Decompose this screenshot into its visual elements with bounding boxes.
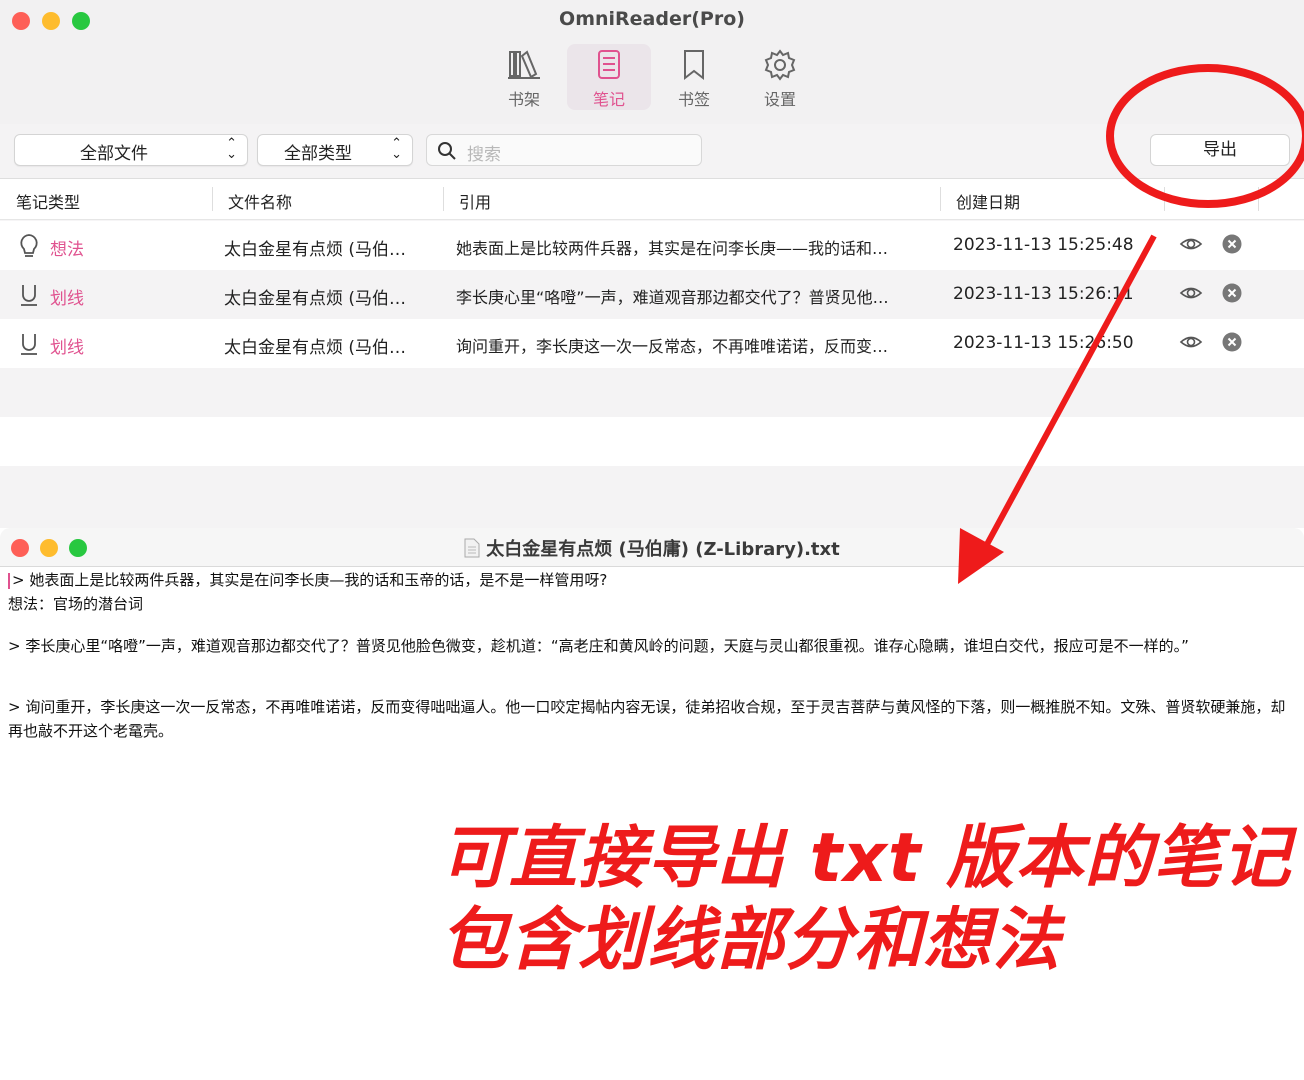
textedit-window-title: 太白金星有点烦 (马伯庸) (Z-Library).txt [0,535,1304,561]
caption-line-2: 包含划线部分和想法 [440,901,1062,980]
column-divider[interactable] [443,187,444,211]
document-line: 想法：官场的潜台词 [8,595,144,613]
toolbar-notes[interactable]: 笔记 [567,44,651,110]
note-type-label: 划线 [50,289,84,309]
text-document-body[interactable]: > 她表面上是比较两件兵器，其实是在问李长庚—我的话和玉帝的话，是不是一样管用呀… [8,568,1296,743]
date-cell: 2023-11-13 15:25:48 [953,235,1134,255]
text-cursor [8,572,10,589]
toolbar-label-settings: 设置 [763,90,796,109]
empty-row [0,417,1304,466]
search-icon [438,142,456,160]
quote-cell: 李长庚心里“咯噔”一声，难道观音那边都交代了？普贤见他… [456,288,889,307]
view-eye-icon[interactable] [1179,331,1203,353]
date-cell: 2023-11-13 15:26:11 [953,284,1134,304]
toolbar-settings[interactable]: 设置 [738,44,822,110]
bookmark-icon [684,50,704,81]
toolbar-label-bookmarks: 书签 [677,90,710,109]
column-header-note-type[interactable]: 笔记类型 [16,189,80,213]
lightbulb-icon [20,234,38,257]
textedit-title-text: 太白金星有点烦 (马伯庸) (Z-Library).txt [486,539,840,560]
table-header: 笔记类型 文件名称 引用 创建日期 [0,179,1304,220]
file-name-cell: 太白金星有点烦 (马伯… [224,338,407,358]
underline-icon [21,285,37,306]
view-eye-icon[interactable] [1179,282,1203,304]
gear-icon [764,49,796,81]
window-title: OmniReader(Pro) [559,8,745,30]
caption-line-1: 可直接导出 txt 版本的笔记 [440,819,1292,898]
type-filter-value: 全部类型 [284,144,352,164]
column-header-quote[interactable]: 引用 [459,189,491,213]
textedit-title-bar: 太白金星有点烦 (马伯庸) (Z-Library).txt [0,528,1304,567]
bookshelf-icon [508,50,540,79]
note-type-label: 想法 [50,240,84,260]
delete-x-icon[interactable] [1221,233,1243,255]
toolbar-bookmarks[interactable]: 书签 [652,44,736,110]
delete-x-icon[interactable] [1221,282,1243,304]
column-header-created-date[interactable]: 创建日期 [956,189,1020,213]
file-filter-value: 全部文件 [80,144,148,164]
search-input[interactable]: 搜索 [426,134,702,166]
column-header-file-name[interactable]: 文件名称 [228,189,292,213]
table-row[interactable]: 划线 太白金星有点烦 (马伯… 李长庚心里“咯噔”一声，难道观音那边都交代了？普… [0,270,1304,319]
search-placeholder: 搜索 [467,145,501,165]
filter-bar: 全部文件 ⌃ ⌄ 全部类型 ⌃ ⌄ 搜索 导出 [0,124,1304,179]
view-eye-icon[interactable] [1179,233,1203,255]
export-button[interactable]: 导出 [1150,134,1290,166]
note-type-label: 划线 [50,338,84,358]
column-divider[interactable] [940,187,941,211]
underline-icon [21,334,37,355]
document-line: > 她表面上是比较两件兵器，其实是在问李长庚—我的话和玉帝的话，是不是一样管用呀… [8,568,1296,592]
delete-x-icon[interactable] [1221,331,1243,353]
quote-cell: 她表面上是比较两件兵器，其实是在问李长庚——我的话和… [456,239,889,258]
textedit-window: 太白金星有点烦 (马伯庸) (Z-Library).txt > 她表面上是比较两… [0,528,1304,1080]
toolbar-label-notes: 笔记 [592,90,625,109]
updown-chevron-icon: ⌃ ⌄ [226,136,237,162]
document-line: > 询问重开，李长庚这一次一反常态，不再唯唯诺诺，反而变得咄咄逼人。他一口咬定揭… [8,698,1286,740]
text-document-icon [464,538,480,558]
toolbar-bookshelf[interactable]: 书架 [482,44,566,110]
file-name-cell: 太白金星有点烦 (马伯… [224,240,407,260]
annotation-caption: 可直接导出 txt 版本的笔记 包含划线部分和想法 [440,818,1291,982]
updown-chevron-icon: ⌃ ⌄ [391,136,402,162]
title-bar: OmniReader(Pro) 书架 笔记 书签 设置 [0,0,1304,125]
notes-icon [598,50,620,79]
file-name-cell: 太白金星有点烦 (马伯… [224,289,407,309]
quote-cell: 询问重开，李长庚这一次一反常态，不再唯唯诺诺，反而变… [456,337,889,356]
empty-row [0,466,1304,528]
type-filter-select[interactable]: 全部类型 ⌃ ⌄ [257,134,413,166]
column-divider[interactable] [1164,187,1165,211]
file-filter-select[interactable]: 全部文件 ⌃ ⌄ [14,134,248,166]
empty-row [0,368,1304,417]
document-line-text: > 她表面上是比较两件兵器，其实是在问李长庚—我的话和玉帝的话，是不是一样管用呀… [12,571,608,589]
table-row[interactable]: 划线 太白金星有点烦 (马伯… 询问重开，李长庚这一次一反常态，不再唯唯诺诺，反… [0,319,1304,368]
table-row[interactable]: 想法 太白金星有点烦 (马伯… 她表面上是比较两件兵器，其实是在问李长庚——我的… [0,221,1304,270]
column-divider[interactable] [212,187,213,211]
column-divider[interactable] [1258,187,1259,211]
toolbar-label-bookshelf: 书架 [507,90,540,109]
date-cell: 2023-11-13 15:26:50 [953,333,1134,353]
document-line: > 李长庚心里“咯噔”一声，难道观音那边都交代了？普贤见他脸色微变，趁机道：“高… [8,637,1189,655]
omnireader-window: OmniReader(Pro) 书架 笔记 书签 设置 全部文件 ⌃ ⌄ 全部类… [0,0,1304,528]
